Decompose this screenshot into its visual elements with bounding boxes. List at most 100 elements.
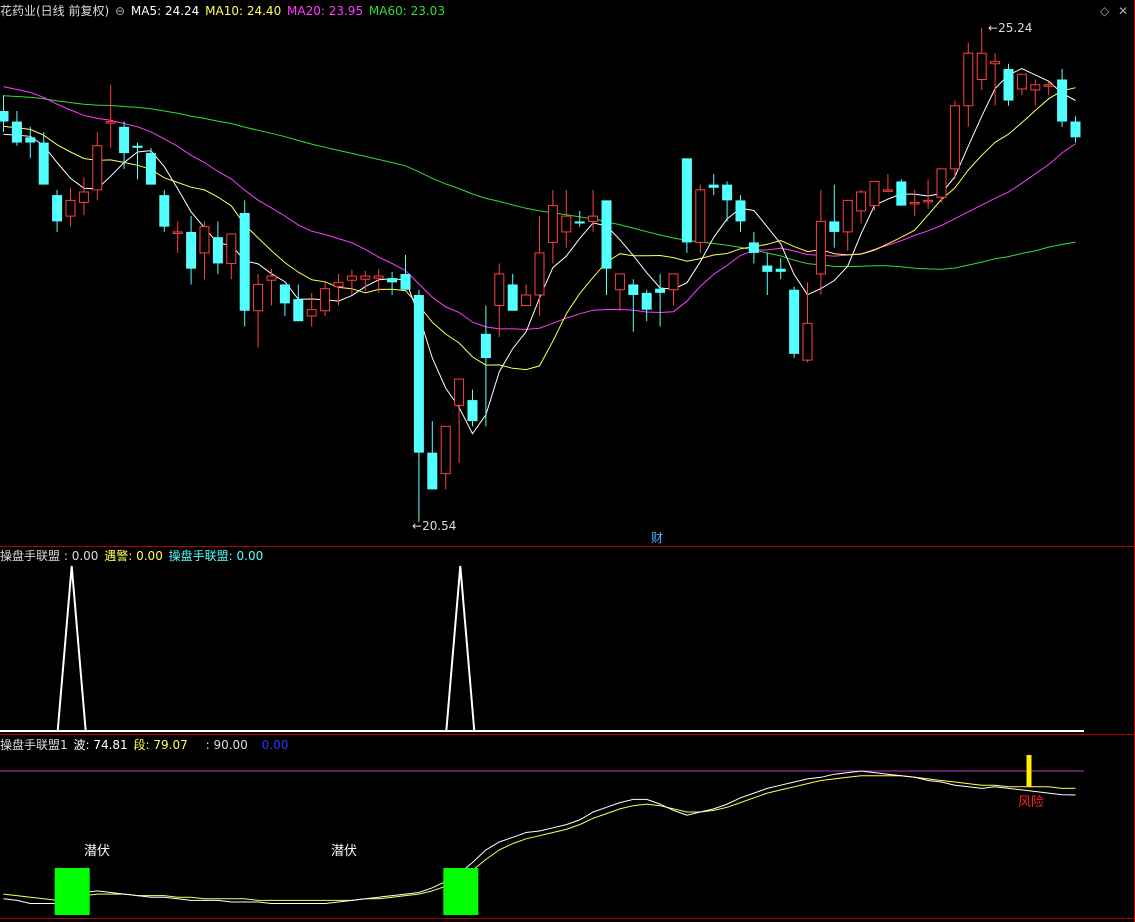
candle-body [1043,84,1054,87]
candle-body [815,220,826,275]
candle-body [695,189,706,243]
signal-spike [56,565,87,732]
collapse-icon[interactable]: ⊖ [115,4,125,18]
indicator2-name[interactable]: 操盘手联盟1 [0,738,68,752]
duan-value: : 79.07 [145,738,188,752]
candle-body [869,180,880,207]
candle-body [936,168,947,198]
candle-body [320,288,331,312]
candle-body [882,189,893,192]
candle-body [440,425,451,475]
candle-body [38,142,49,185]
warning-value: : 0.00 [128,549,163,563]
blue-value: 0.00 [261,738,289,752]
candle-body [949,105,960,170]
candle-body [561,215,572,233]
candle-body [266,275,277,281]
candle-body [1030,84,1041,91]
candle-body [1070,121,1081,138]
candle-body [708,184,719,188]
candle-body [976,52,987,81]
candle-body [373,275,384,279]
ma20-legend: MA20: 23.95 [287,4,364,18]
candle-body [1057,79,1068,122]
candle-body [601,200,612,269]
candle-body [1003,68,1014,101]
candle-body [333,281,344,288]
candle-body [856,191,867,212]
candle-body [507,284,518,311]
risk-bar [1026,755,1032,787]
bo-label: 波 [73,738,86,752]
ambush-label-1: 潜伏 [84,844,111,859]
candle-body [360,275,371,280]
close-icon[interactable]: ✕ [1118,4,1128,18]
finance-marker[interactable]: 财 [651,531,663,545]
candle-body [896,181,907,206]
candle-body [641,292,652,310]
candle-body [105,121,116,124]
ma5-legend: MA5: 24.24 [130,4,200,18]
candle-body [11,121,22,143]
candle-body [467,400,478,422]
candle-body [1016,73,1027,90]
candle-body [52,195,63,222]
ambush-box [443,868,479,915]
candle-body [480,333,491,359]
line-value: : 90.00 [205,738,248,752]
candle-body [427,452,438,490]
candle-body [346,275,357,281]
candle-body [588,215,599,222]
risk-label: 风险 [1018,795,1045,810]
indicator2-header: 操盘手联盟1 波: 74.81 段: 79.07 : 90.00 0.00 [0,738,290,752]
indicator1-name2: 操盘手联盟 [168,549,229,563]
candle-body [521,294,532,306]
ambush-label-2: 潜伏 [331,844,358,859]
indicator1-value: : 0.00 [60,549,99,563]
ma10-legend: MA10: 24.40 [205,4,282,18]
candle-body [306,309,317,317]
candle-body [534,252,545,296]
indicator1-name[interactable]: 操盘手联盟 [0,549,60,563]
stock-title[interactable]: 花药业(日线 前复权) [0,4,109,18]
candle-body [963,52,974,107]
candle-body [413,294,424,453]
candle-body [735,200,746,222]
candle-body [186,231,197,269]
candle-body [802,322,813,361]
candle-body [829,221,840,232]
main-chart-header: 花药业(日线 前复权) ⊖ MA5: 24.24 MA10: 24.40 MA2… [0,4,447,18]
candle-body [574,221,585,224]
candle-body [132,145,143,148]
candle-body [614,273,625,291]
candle-body [789,289,800,354]
candle-body [923,199,934,203]
ma60-legend: MA60: 23.03 [368,4,445,18]
duan-line [3,775,1076,901]
candle-body [145,153,156,185]
candle-body [628,284,639,295]
candle-body [119,126,130,154]
bo-value: : 74.81 [85,738,128,752]
bo-line [3,770,1076,904]
candle-body [400,273,411,290]
candle-body [253,283,264,312]
chart-canvas [0,0,1135,922]
indicator1-header: 操盘手联盟 : 0.00 遇警: 0.00 操盘手联盟: 0.00 [0,549,265,563]
candle-body [775,268,786,272]
diamond-icon[interactable]: ◇ [1100,4,1109,18]
candle-body [668,273,679,291]
candle-body [909,201,920,205]
candle-body [0,111,9,122]
candle-body [92,145,103,191]
candle-body [65,199,76,217]
signal-spike [445,565,476,732]
warning-name: 遇警 [104,549,129,563]
low-price-label: ←20.54 [412,519,457,533]
candle-body [78,191,89,203]
candle-body [172,231,183,234]
duan-label: 段 [133,738,146,752]
candle-body [239,212,250,311]
candle-body [762,265,773,272]
candle-body [990,61,1001,65]
